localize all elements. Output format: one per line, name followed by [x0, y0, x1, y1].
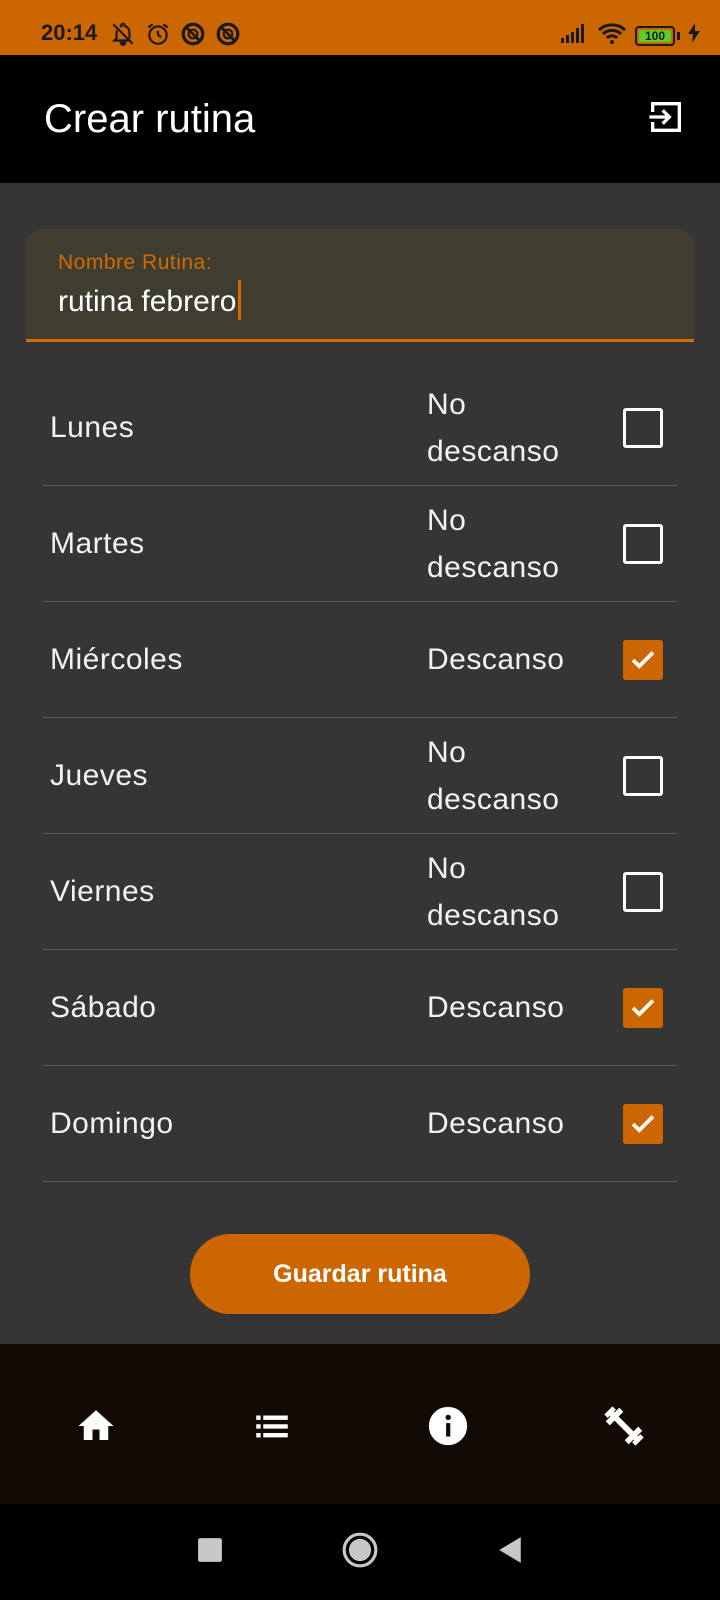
- recents-icon: [197, 1537, 223, 1568]
- save-routine-button[interactable]: Guardar rutina: [190, 1234, 530, 1314]
- nav-workout[interactable]: [596, 1400, 652, 1456]
- day-name: Domingo: [50, 1106, 174, 1140]
- check-icon: [631, 998, 655, 1017]
- day-name: Lunes: [50, 410, 135, 444]
- recents-button[interactable]: [188, 1530, 232, 1574]
- page-title: Crear rutina: [44, 97, 256, 141]
- charging-icon: [688, 23, 700, 48]
- nav-info[interactable]: [420, 1400, 476, 1456]
- dumbbell-icon: [601, 1403, 647, 1454]
- routine-name-label: Nombre Rutina:: [58, 251, 213, 274]
- text-caret: [238, 280, 242, 321]
- back-button[interactable]: [488, 1530, 532, 1574]
- alarm-icon: [145, 21, 171, 52]
- check-icon: [631, 1114, 655, 1133]
- nav-home[interactable]: [68, 1400, 124, 1456]
- status-icons-left: [110, 21, 241, 52]
- rest-checkbox-miercoles[interactable]: [623, 639, 663, 680]
- battery-level: 100: [644, 28, 666, 43]
- nav-list[interactable]: [244, 1400, 300, 1456]
- days-list: Lunes No descanso Martes No descanso Mié…: [42, 370, 678, 1182]
- status-time: 20:14: [41, 20, 98, 45]
- day-name: Miércoles: [50, 642, 183, 676]
- bell-off-icon: [110, 21, 136, 52]
- day-name: Martes: [50, 526, 145, 560]
- routine-name-field[interactable]: Nombre Rutina: rutina febrero: [26, 229, 694, 342]
- rest-checkbox-viernes[interactable]: [623, 871, 663, 912]
- day-status: No descanso: [427, 387, 560, 468]
- battery-icon: 100: [635, 25, 675, 46]
- day-row-jueves: Jueves No descanso: [42, 718, 678, 834]
- home-system-button[interactable]: [338, 1530, 382, 1574]
- routine-name-input[interactable]: rutina febrero: [58, 280, 242, 321]
- logout-icon: [646, 97, 686, 142]
- rest-checkbox-jueves[interactable]: [623, 755, 663, 796]
- day-status: Descanso: [427, 991, 565, 1024]
- wifi-icon: [597, 22, 627, 49]
- info-icon: [425, 1403, 471, 1454]
- day-row-lunes: Lunes No descanso: [42, 370, 678, 486]
- day-status: No descanso: [427, 735, 560, 816]
- day-row-viernes: Viernes No descanso: [42, 834, 678, 950]
- day-name: Jueves: [50, 758, 149, 792]
- day-name: Viernes: [50, 874, 155, 908]
- day-status: Descanso: [427, 1107, 565, 1140]
- status-bar: 20:14 100: [0, 0, 720, 55]
- list-icon: [251, 1405, 293, 1452]
- home-circle-icon: [341, 1531, 379, 1574]
- status-icons-right: 100: [561, 22, 700, 49]
- check-icon: [631, 650, 655, 669]
- signal-icon: [561, 23, 589, 48]
- home-icon: [75, 1405, 117, 1452]
- app-bar: Crear rutina: [0, 55, 720, 183]
- day-row-miercoles: Miércoles Descanso: [42, 602, 678, 718]
- routine-name-value: rutina febrero: [58, 285, 237, 318]
- rest-checkbox-domingo[interactable]: [623, 1103, 663, 1144]
- blocked-icon: [180, 21, 206, 52]
- day-row-domingo: Domingo Descanso: [42, 1066, 678, 1182]
- battery-tip: [677, 31, 680, 40]
- bottom-nav: [0, 1344, 720, 1504]
- day-name: Sábado: [50, 990, 157, 1024]
- day-status: Descanso: [427, 643, 565, 676]
- rest-checkbox-lunes[interactable]: [623, 407, 663, 448]
- rest-checkbox-sabado[interactable]: [623, 987, 663, 1028]
- day-row-sabado: Sábado Descanso: [42, 950, 678, 1066]
- system-nav: [0, 1504, 720, 1600]
- day-row-martes: Martes No descanso: [42, 486, 678, 602]
- back-icon: [497, 1536, 523, 1569]
- logout-button[interactable]: [644, 97, 688, 141]
- day-status: No descanso: [427, 851, 560, 932]
- blocked-icon: [215, 21, 241, 52]
- day-status: No descanso: [427, 503, 560, 584]
- rest-checkbox-martes[interactable]: [623, 523, 663, 564]
